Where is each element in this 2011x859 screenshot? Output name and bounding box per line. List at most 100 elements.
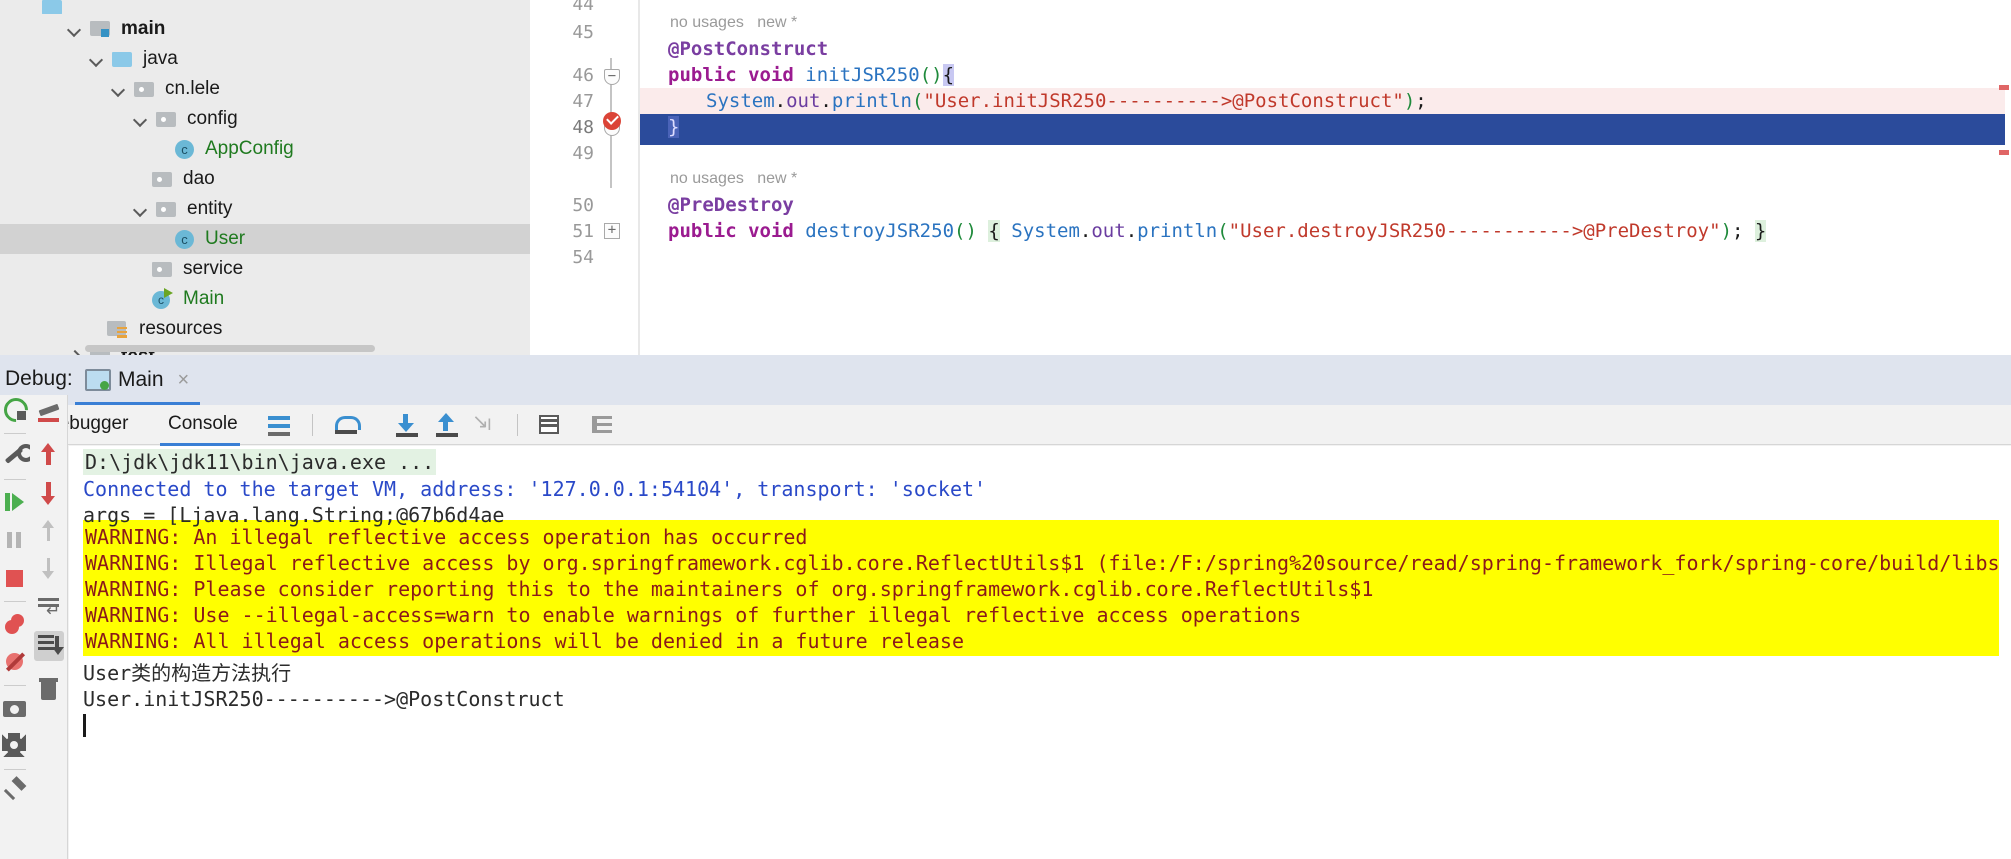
console-line: D:\jdk\jdk11\bin\java.exe ... xyxy=(83,449,437,475)
chevron-down-icon[interactable] xyxy=(106,74,132,104)
console-caret xyxy=(83,714,86,737)
package-icon xyxy=(150,168,176,190)
console-warning-line: WARNING: Please consider reporting this … xyxy=(85,577,1374,601)
fold-expand-icon[interactable]: + xyxy=(604,223,620,239)
debug-session-rail xyxy=(0,395,35,859)
step-out-icon[interactable] xyxy=(434,413,460,437)
class-icon xyxy=(172,228,198,250)
error-stripe-marker[interactable] xyxy=(1999,85,2009,90)
project-tool-window[interactable]: main java cn.lele config AppConfig xyxy=(0,0,530,355)
tree-item-label: AppConfig xyxy=(205,138,294,159)
debug-session-icon xyxy=(85,369,111,391)
idea-window: main java cn.lele config AppConfig xyxy=(0,0,2011,859)
step-over-icon[interactable] xyxy=(333,413,361,437)
settings-icon[interactable] xyxy=(0,731,30,761)
run-to-cursor-icon[interactable] xyxy=(472,409,498,437)
project-tree-scrollbar[interactable] xyxy=(85,345,375,352)
edit-configuration-icon[interactable] xyxy=(0,441,35,471)
chevron-down-icon[interactable] xyxy=(62,14,88,44)
source-folder-icon xyxy=(110,48,136,70)
line-number: 49 xyxy=(572,143,594,164)
soft-wrap-icon[interactable] xyxy=(34,593,64,623)
tree-item-label: dao xyxy=(183,168,215,189)
tab-console[interactable]: Console xyxy=(168,413,238,435)
console-rail xyxy=(30,395,68,859)
pin-tab-icon[interactable] xyxy=(0,777,30,807)
tree-row-dao[interactable]: dao xyxy=(0,164,530,194)
tree-row-service[interactable]: service xyxy=(0,254,530,284)
line-number: 54 xyxy=(572,247,594,268)
tree-row-java[interactable]: java xyxy=(0,44,530,74)
chevron-down-icon[interactable] xyxy=(128,194,154,224)
rail-separator xyxy=(4,685,26,686)
mute-breakpoints-icon[interactable] xyxy=(0,647,30,677)
code-text-area[interactable]: no usages new * @PostConstruct public vo… xyxy=(640,0,2011,355)
console-line: User.initJSR250---------->@PostConstruct xyxy=(83,687,565,711)
console-warning-line: WARNING: An illegal reflective access op… xyxy=(85,525,808,549)
tree-row-resources[interactable]: resources xyxy=(0,314,530,344)
line-number: 44 xyxy=(572,0,594,15)
edit-console-icon[interactable] xyxy=(34,401,64,431)
debug-session-tab-label: Main xyxy=(118,368,164,391)
inlay-hint-line49: no usages new * xyxy=(670,170,798,187)
tree-item-label: resources xyxy=(139,318,223,339)
tree-row-cnlele[interactable]: cn.lele xyxy=(0,74,530,104)
tree-item-label: config xyxy=(187,108,238,129)
breakpoint-icon[interactable] xyxy=(603,112,621,130)
screenshot-icon[interactable] xyxy=(0,693,30,723)
module-folder-icon xyxy=(88,18,114,40)
close-icon[interactable]: × xyxy=(178,370,190,390)
next-occurrence-icon[interactable] xyxy=(34,479,64,509)
code-line-46: public void initJSR250(){ xyxy=(668,64,955,86)
tree-item-label: entity xyxy=(187,198,233,219)
step-into-icon[interactable] xyxy=(394,413,420,437)
tree-item-label: java xyxy=(143,48,178,69)
evaluate-expression-icon[interactable] xyxy=(537,413,563,437)
editor-scrollbar[interactable] xyxy=(1999,0,2011,355)
debug-session-tab[interactable]: Main × xyxy=(85,355,189,405)
package-icon xyxy=(132,78,158,100)
line-number: 45 xyxy=(572,22,594,43)
tree-row-config[interactable]: config xyxy=(0,104,530,134)
tree-row[interactable] xyxy=(0,0,530,14)
layout-settings-icon[interactable] xyxy=(266,413,292,437)
tree-row-user[interactable]: User xyxy=(0,224,530,254)
package-icon xyxy=(150,258,176,280)
console-line: User类的构造方法执行 xyxy=(83,661,292,685)
code-editor[interactable]: 44 45 46 47 48 49 50 51 54 − − + no usag… xyxy=(530,0,2011,355)
debug-tool-window: Debug: Main × Debugger Console ↘ I ↵ D:\… xyxy=(0,355,2011,859)
console-warning-line: WARNING: All illegal access operations w… xyxy=(85,629,964,653)
view-layout-icon[interactable] xyxy=(590,413,616,437)
editor-gutter[interactable]: 44 45 46 47 48 49 50 51 54 − − + xyxy=(530,0,640,355)
scroll-to-end-icon[interactable] xyxy=(34,631,64,661)
tree-item-label: Main xyxy=(183,288,225,309)
tree-item-label: cn.lele xyxy=(165,78,220,99)
chevron-down-icon[interactable] xyxy=(128,104,154,134)
class-icon xyxy=(172,138,198,160)
console-warning-line: WARNING: Use --illegal-access=warn to en… xyxy=(85,603,1302,627)
console-output[interactable]: D:\jdk\jdk11\bin\java.exe ... Connected … xyxy=(69,446,2011,859)
resume-program-icon[interactable] xyxy=(0,487,30,517)
clear-all-icon[interactable] xyxy=(34,675,64,705)
tree-row-mainclass[interactable]: c Main xyxy=(0,284,530,314)
line-number: 46 xyxy=(572,65,594,86)
pause-program-icon[interactable] xyxy=(0,525,30,555)
tree-row-main[interactable]: main xyxy=(0,14,530,44)
code-line-50: @PreDestroy xyxy=(668,194,794,216)
tree-row-entity[interactable]: entity xyxy=(0,194,530,224)
console-scrollbar[interactable] xyxy=(1999,446,2011,859)
tree-row-appconfig[interactable]: AppConfig xyxy=(0,134,530,164)
error-stripe-marker[interactable] xyxy=(1999,150,2009,155)
inlay-hint-line44: no usages new * xyxy=(670,14,798,31)
down-disabled-icon xyxy=(34,555,64,585)
rerun-icon[interactable] xyxy=(0,395,30,425)
view-breakpoints-icon[interactable] xyxy=(0,609,30,639)
rail-separator xyxy=(4,433,26,434)
fold-collapse-icon[interactable]: − xyxy=(604,69,620,85)
previous-occurrence-icon[interactable] xyxy=(34,441,64,471)
line-number: 47 xyxy=(572,91,594,112)
debug-header: Debug: Main × xyxy=(0,355,2011,405)
code-line-45: @PostConstruct xyxy=(668,38,829,60)
stop-icon[interactable] xyxy=(0,563,30,593)
chevron-down-icon[interactable] xyxy=(84,44,110,74)
